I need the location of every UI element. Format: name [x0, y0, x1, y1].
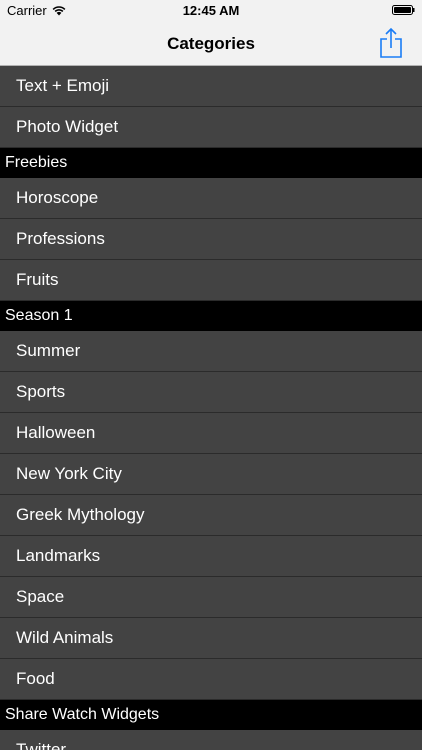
- list-item-twitter[interactable]: Twitter: [0, 730, 422, 750]
- list-item-landmarks[interactable]: Landmarks: [0, 536, 422, 577]
- category-list[interactable]: Text + Emoji Photo Widget Freebies Horos…: [0, 66, 422, 750]
- section-header-freebies: Freebies: [0, 148, 422, 178]
- status-time: 12:45 AM: [182, 3, 240, 18]
- list-item-new-york-city[interactable]: New York City: [0, 454, 422, 495]
- list-item-horoscope[interactable]: Horoscope: [0, 178, 422, 219]
- list-item-halloween[interactable]: Halloween: [0, 413, 422, 454]
- list-item-summer[interactable]: Summer: [0, 331, 422, 372]
- list-item-greek-mythology[interactable]: Greek Mythology: [0, 495, 422, 536]
- list-item-professions[interactable]: Professions: [0, 219, 422, 260]
- list-item-food[interactable]: Food: [0, 659, 422, 700]
- section-header-share-watch-widgets: Share Watch Widgets: [0, 700, 422, 730]
- share-icon: [380, 27, 402, 58]
- list-item-sports[interactable]: Sports: [0, 372, 422, 413]
- list-item-text-emoji[interactable]: Text + Emoji: [0, 66, 422, 107]
- share-button[interactable]: [378, 27, 404, 59]
- status-bar: Carrier 12:45 AM: [0, 0, 422, 22]
- list-item-wild-animals[interactable]: Wild Animals: [0, 618, 422, 659]
- list-item-fruits[interactable]: Fruits: [0, 260, 422, 301]
- navigation-bar: Categories: [0, 22, 422, 66]
- section-header-season-1: Season 1: [0, 301, 422, 331]
- list-item-space[interactable]: Space: [0, 577, 422, 618]
- page-title: Categories: [167, 34, 255, 53]
- battery-icon: [392, 5, 415, 15]
- list-item-photo-widget[interactable]: Photo Widget: [0, 107, 422, 148]
